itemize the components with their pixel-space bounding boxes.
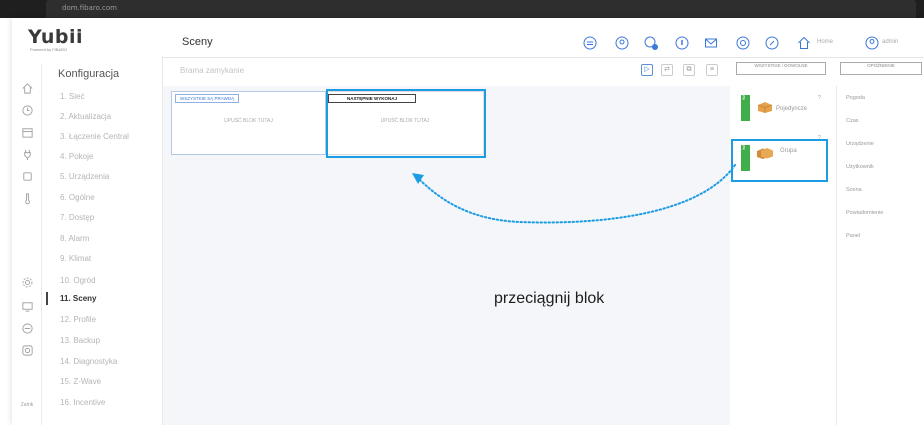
thermometer-icon[interactable] (20, 192, 34, 206)
category-urzadzenie[interactable]: Urządzenie (846, 141, 874, 147)
lock-icon[interactable] (20, 322, 34, 336)
active-indicator (46, 292, 48, 305)
address-bar[interactable]: dom.fibaro.com (46, 0, 916, 18)
menu-item-urzadzenia[interactable]: 5. Urządzenia (60, 172, 109, 181)
menu-button[interactable]: ≡ (706, 64, 718, 76)
single-block-icon[interactable] (756, 100, 774, 114)
menu-item-aktualizacja[interactable]: 2. Aktualizacja (60, 112, 111, 121)
menu-title: Konfiguracja (58, 68, 120, 80)
camera-icon[interactable] (20, 344, 34, 358)
drag-source-highlight (731, 139, 828, 182)
calendar-icon[interactable] (20, 126, 34, 140)
icon-sidebar: Zamk (12, 64, 42, 425)
notifications-icon[interactable] (644, 36, 658, 50)
home-dropdown[interactable]: Home (817, 39, 833, 45)
menu-item-pokoje[interactable]: 4. Pokoje (60, 152, 93, 161)
menu-item-ogrod[interactable]: 10. Ogród (60, 276, 96, 285)
page-title: Sceny (182, 36, 213, 48)
header-divider (162, 57, 924, 58)
category-panel[interactable]: Panel (846, 233, 860, 239)
menu-item-incentive[interactable]: 16. Incentive (60, 398, 105, 407)
condition-drop-zone[interactable]: UPUŚĆ BLOK TUTAJ (171, 118, 326, 124)
condition-operator-tag[interactable]: WSZYSTKIE SĄ PRAWDĄ (175, 94, 240, 103)
plug-icon[interactable] (20, 148, 34, 162)
user-circle-icon[interactable] (615, 36, 629, 50)
menu-item-klimat[interactable]: 9. Klimat (60, 254, 91, 263)
single-block-label[interactable]: Pojedyncze (776, 106, 807, 112)
search-icon[interactable] (765, 36, 779, 50)
home-icon[interactable] (20, 82, 34, 96)
menu-item-siec[interactable]: 1. Sieć (60, 92, 84, 101)
conditions-tab-label: WARUNKI (742, 83, 746, 100)
palette-tab-delay[interactable]: OPÓŹNIENIE (840, 62, 922, 75)
category-czas[interactable]: Czas (846, 118, 859, 124)
conditions-tab: WARUNKI (741, 84, 750, 121)
gear-icon[interactable] (20, 276, 34, 290)
logo-subtext: Powered by FIBARO (30, 47, 68, 52)
user-dropdown[interactable]: admin (882, 39, 898, 45)
menu-item-profile[interactable]: 12. Profile (60, 315, 96, 324)
menu-item-laczenie-central[interactable]: 3. Łączenie Central (60, 132, 129, 141)
menu-item-sceny[interactable]: 11. Sceny (60, 294, 96, 303)
category-powiadomienie[interactable]: Powiadomienie (846, 210, 883, 216)
energy-icon[interactable] (583, 36, 597, 50)
scene-name-input[interactable]: Brama zamykanie (180, 66, 244, 75)
menu-item-zwave[interactable]: 15. Z-Wave (60, 377, 101, 386)
drag-hint-text: przeciągnij blok (494, 290, 605, 307)
menu-item-alarm[interactable]: 8. Alarm (60, 234, 89, 243)
bottom-label[interactable]: Zamk (18, 398, 36, 412)
clock-icon[interactable] (20, 104, 34, 118)
settings-icon[interactable] (736, 36, 750, 50)
avatar-icon[interactable] (865, 36, 879, 50)
url-text: dom.fibaro.com (62, 4, 117, 12)
menu-item-dostep[interactable]: 7. Dostęp (60, 213, 94, 222)
menu-item-diagnostyka[interactable]: 14. Diagnostyka (60, 357, 117, 366)
category-uzytkownik[interactable]: Użytkownik (846, 164, 874, 170)
toggle-button[interactable]: ⇄ (661, 64, 673, 76)
home-nav-icon[interactable] (797, 36, 811, 50)
category-scena[interactable]: Scena (846, 187, 862, 193)
palette-separator (836, 86, 837, 425)
copy-button[interactable]: ⧉ (683, 64, 695, 76)
yubii-logo: Yubii (28, 26, 84, 48)
menu-item-ogolne[interactable]: 6. Ogólne (60, 193, 95, 202)
mail-icon[interactable] (704, 36, 718, 50)
play-button[interactable]: ▷ (641, 64, 653, 76)
single-help-icon[interactable]: ? (818, 95, 821, 101)
monitor-icon[interactable] (20, 300, 34, 314)
palette-tab-all[interactable]: WSZYSTKIE / DOWOLNE (736, 62, 826, 75)
drop-target-highlight (326, 89, 486, 158)
device-icon[interactable] (20, 170, 34, 184)
category-pogoda[interactable]: Pogoda (846, 95, 865, 101)
menu-item-backup[interactable]: 13. Backup (60, 336, 100, 345)
power-icon[interactable] (675, 36, 689, 50)
